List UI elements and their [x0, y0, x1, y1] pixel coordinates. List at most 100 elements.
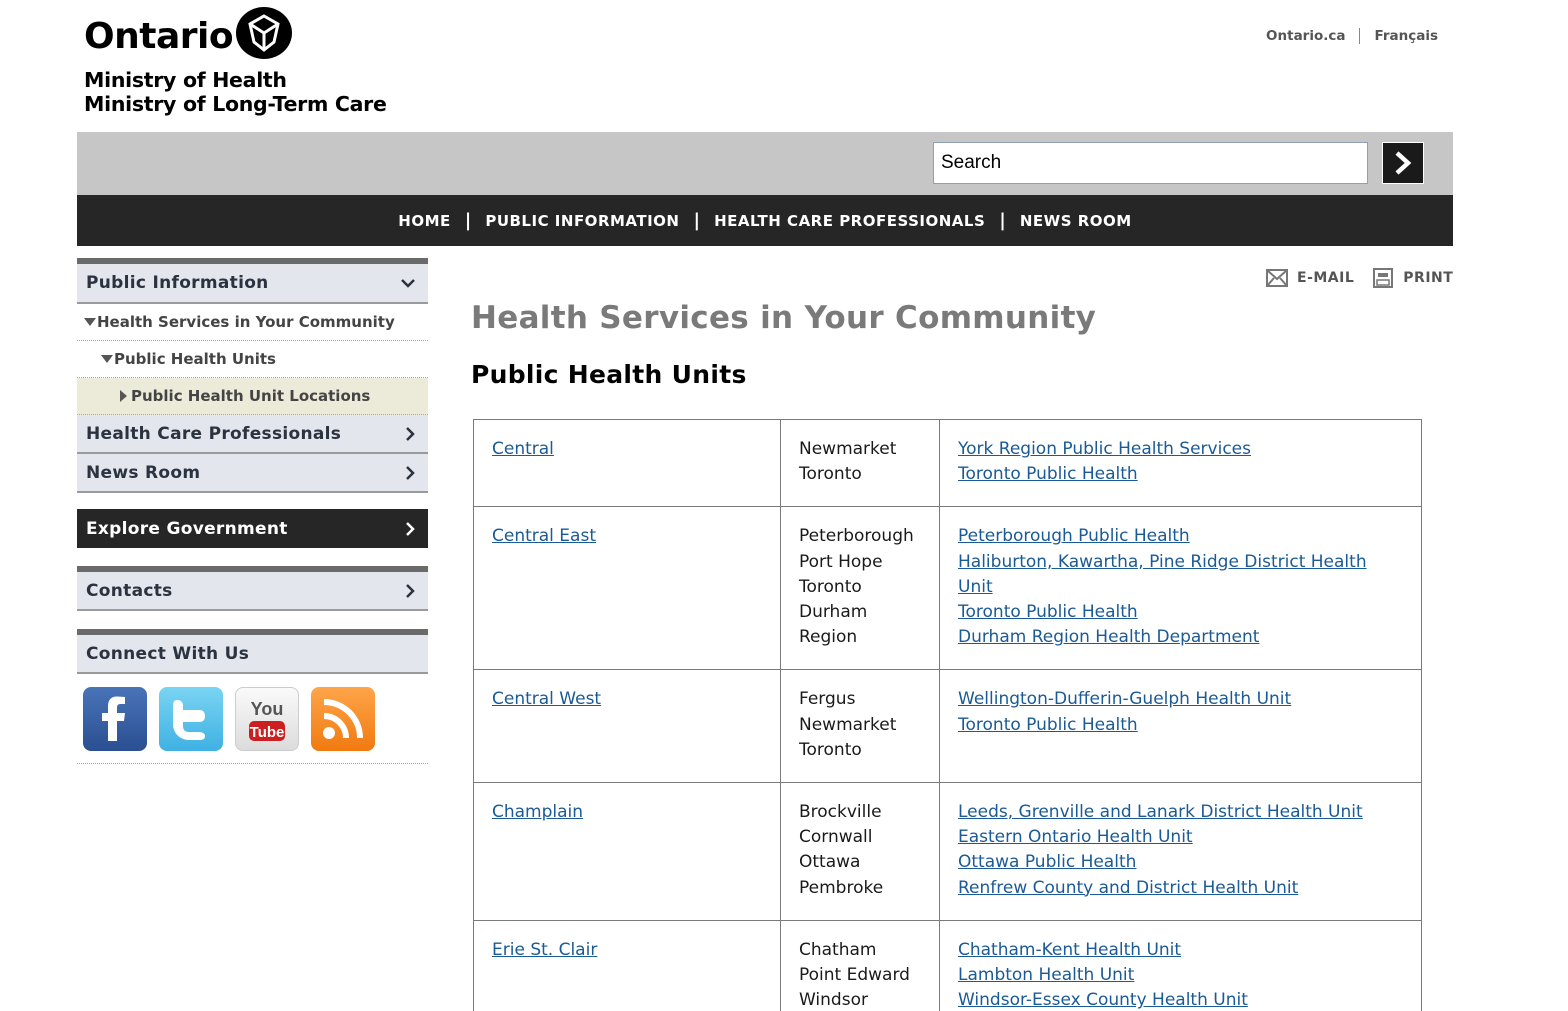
- chevron-right-icon: [406, 426, 415, 441]
- region-link[interactable]: Champlain: [492, 802, 583, 822]
- table-row: Central East Peterborough Port Hope Toronto…: [473, 506, 1422, 671]
- sidebar-item-contacts[interactable]: Contacts: [77, 572, 428, 611]
- nav-health-care-professionals[interactable]: HEALTH CARE PROFESSIONALS: [714, 212, 985, 230]
- page-title: Health Services in Your Community: [471, 300, 1097, 336]
- sidebar: Public Information Health Services in Yo…: [77, 258, 428, 764]
- search-button[interactable]: [1382, 142, 1424, 184]
- health-unit-link[interactable]: Lambton Health Unit: [958, 963, 1403, 988]
- health-unit-link[interactable]: Renfrew County and District Health Unit: [958, 876, 1403, 901]
- city-name: Newmarket: [799, 439, 897, 459]
- chevron-right-icon: [406, 583, 415, 598]
- region-cell: Central East: [473, 506, 781, 671]
- region-link[interactable]: Erie St. Clair: [492, 940, 597, 960]
- triangle-right-icon: [120, 390, 127, 402]
- table-row: Central Newmarket Toronto York Region Publi…: [473, 418, 1422, 508]
- region-link[interactable]: Central West: [492, 689, 601, 709]
- city-name: Ottawa: [799, 852, 861, 873]
- sidebar-item-public-health-units[interactable]: Public Health Units: [77, 341, 428, 378]
- sidebar-item-public-health-unit-locations[interactable]: Public Health Unit Locations: [77, 378, 428, 415]
- health-unit-link[interactable]: Leeds, Grenville and Lanark District Hea…: [958, 800, 1403, 825]
- envelope-icon: [1266, 269, 1288, 287]
- facebook-icon[interactable]: [83, 687, 147, 751]
- health-unit-link[interactable]: Windsor-Essex County Health Unit: [958, 988, 1403, 1011]
- public-health-units-table: Central Newmarket Toronto York Region Publi…: [473, 418, 1422, 1011]
- print-button[interactable]: PRINT: [1372, 267, 1453, 289]
- youtube-icon[interactable]: You Tube: [235, 687, 299, 751]
- city-name: Pembroke: [799, 877, 884, 898]
- table-row: Erie St. Clair Chatham Point Edward Windsor…: [473, 919, 1422, 1011]
- nav-home[interactable]: HOME: [398, 212, 450, 230]
- table-row: Central West Fergus Newmarket Toronto Wellin…: [473, 669, 1422, 784]
- city-name: Toronto: [799, 464, 862, 485]
- chevron-down-icon: [401, 279, 415, 288]
- nav-public-information[interactable]: PUBLIC INFORMATION: [485, 212, 679, 230]
- sidebar-item-news-room[interactable]: News Room: [77, 454, 428, 493]
- health-unit-link[interactable]: Peterborough Public Health: [958, 524, 1403, 549]
- sidebar-item-label: Public Health Unit Locations: [131, 387, 371, 405]
- sidebar-item-label: Health Care Professionals: [86, 423, 342, 444]
- health-units-cell: Wellington-Dufferin-Guelph Health Unit To…: [939, 669, 1422, 784]
- sidebar-item-label: Public Information: [86, 273, 269, 293]
- ontario-logo[interactable]: Ontario: [84, 6, 292, 59]
- search-input[interactable]: [933, 142, 1368, 184]
- page-tools: E-MAIL PRINT: [1266, 267, 1453, 289]
- cities-cell: Brockville Cornwall Ottawa Pembroke: [780, 782, 940, 921]
- sidebar-connect-block: Connect With Us You Tube: [77, 629, 428, 764]
- region-cell: Erie St. Clair: [473, 919, 781, 1011]
- city-name: Toronto: [799, 576, 862, 597]
- ministry-name: Ministry of Health Ministry of Long-Term…: [84, 68, 387, 116]
- health-unit-link[interactable]: Chatham-Kent Health Unit: [958, 938, 1403, 963]
- health-unit-link[interactable]: Durham Region Health Department: [958, 625, 1403, 650]
- sidebar-item-label: Explore Government: [86, 518, 288, 539]
- triangle-down-icon: [101, 355, 113, 363]
- nav-news-room[interactable]: NEWS ROOM: [1020, 212, 1132, 230]
- logo-text: Ontario: [84, 16, 234, 57]
- health-unit-link[interactable]: Eastern Ontario Health Unit: [958, 825, 1403, 850]
- health-unit-link[interactable]: Toronto Public Health: [958, 713, 1403, 738]
- health-unit-link[interactable]: Wellington-Dufferin-Guelph Health Unit: [958, 687, 1403, 712]
- nav-divider: |: [693, 210, 701, 231]
- health-unit-link[interactable]: York Region Public Health Services: [958, 437, 1403, 462]
- city-name: Cornwall: [799, 827, 873, 848]
- sidebar-item-public-information[interactable]: Public Information: [77, 264, 428, 304]
- sidebar-item-health-care-professionals[interactable]: Health Care Professionals: [77, 415, 428, 454]
- sidebar-item-label: Public Health Units: [114, 350, 276, 368]
- chevron-right-icon: [1395, 151, 1412, 175]
- francais-link[interactable]: Français: [1374, 28, 1438, 44]
- chevron-right-icon: [406, 521, 415, 536]
- health-unit-link[interactable]: Ottawa Public Health: [958, 850, 1403, 875]
- ontario-ca-link[interactable]: Ontario.ca: [1266, 28, 1345, 44]
- region-link[interactable]: Central: [492, 439, 554, 459]
- health-units-cell: Leeds, Grenville and Lanark District Hea…: [939, 782, 1422, 921]
- health-unit-link[interactable]: Toronto Public Health: [958, 600, 1403, 625]
- trillium-icon: [236, 7, 292, 59]
- sidebar-item-health-services[interactable]: Health Services in Your Community: [77, 304, 428, 341]
- cities-cell: Peterborough Port Hope Toronto Durham Region: [780, 506, 940, 671]
- sidebar-item-label: News Room: [86, 462, 201, 483]
- email-button[interactable]: E-MAIL: [1266, 268, 1354, 288]
- sidebar-public-information-block: Public Information Health Services in Yo…: [77, 258, 428, 493]
- svg-text:Tube: Tube: [250, 724, 285, 741]
- city-name: Region: [799, 627, 858, 648]
- rss-icon[interactable]: [311, 687, 375, 751]
- region-cell: Central: [473, 418, 781, 508]
- health-unit-link[interactable]: Toronto Public Health: [958, 462, 1403, 487]
- cities-cell: Fergus Newmarket Toronto: [780, 669, 940, 784]
- triangle-down-icon: [84, 318, 96, 326]
- cities-cell: Newmarket Toronto: [780, 418, 940, 508]
- nav-divider: |: [464, 210, 472, 231]
- health-unit-link[interactable]: Haliburton, Kawartha, Pine Ridge Distric…: [958, 550, 1403, 600]
- region-cell: Champlain: [473, 782, 781, 921]
- city-name: Newmarket: [799, 714, 897, 735]
- city-name: Fergus: [799, 689, 856, 710]
- svg-text:You: You: [251, 699, 284, 719]
- section-title: Public Health Units: [471, 360, 747, 389]
- city-name: Brockville: [799, 802, 882, 823]
- city-name: Point Edward: [799, 965, 910, 986]
- print-label: PRINT: [1403, 270, 1454, 286]
- twitter-icon[interactable]: [159, 687, 223, 751]
- sidebar-item-explore-government[interactable]: Explore Government: [77, 509, 428, 548]
- sidebar-item-label: Contacts: [86, 580, 173, 601]
- table-body: Central Newmarket Toronto York Region Publi…: [473, 418, 1422, 1011]
- region-link[interactable]: Central East: [492, 526, 596, 546]
